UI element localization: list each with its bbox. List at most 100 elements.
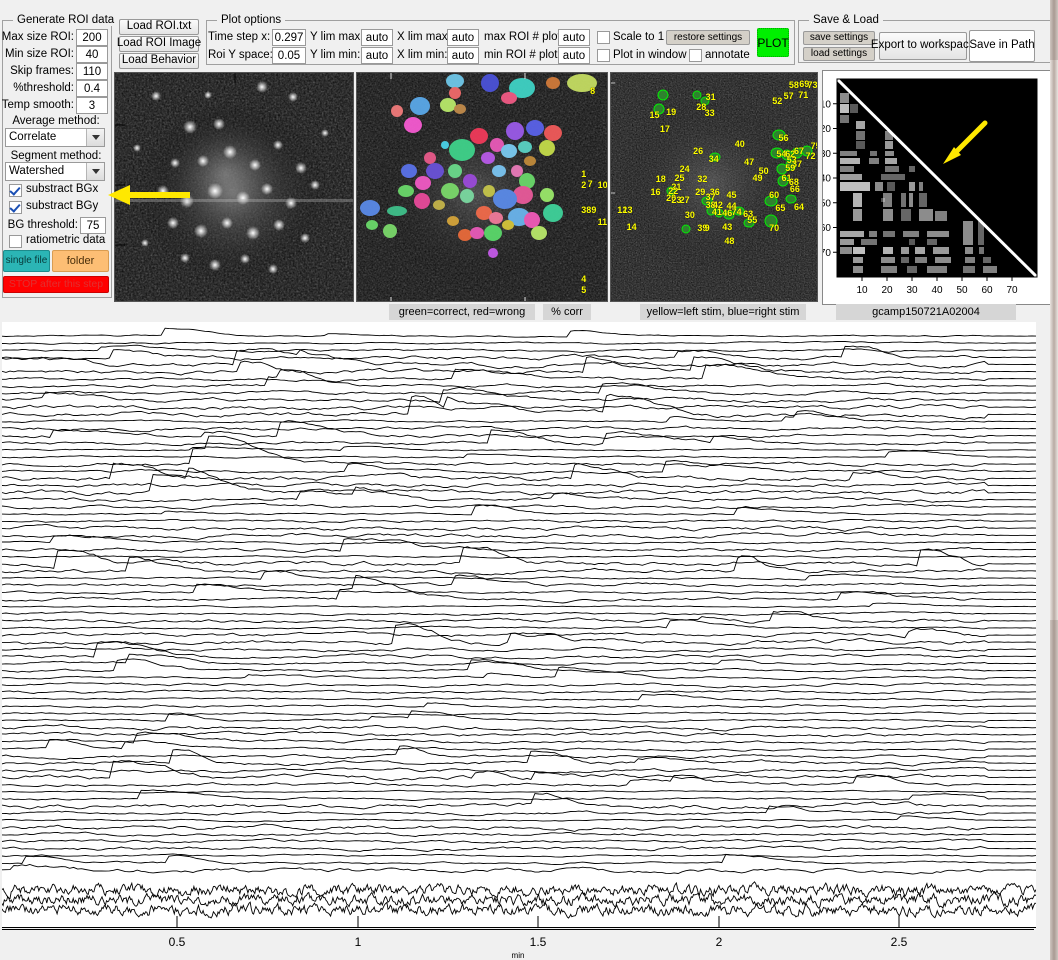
roi-trace bbox=[2, 805, 1036, 817]
min-roi-plot-label: min ROI # plot: bbox=[484, 49, 561, 61]
substract-bgy-checkbox[interactable] bbox=[9, 201, 22, 214]
roi-number-label: 75 bbox=[810, 141, 817, 151]
roi-number-label: 70 bbox=[769, 222, 780, 233]
plot-in-window-checkbox[interactable] bbox=[597, 49, 610, 62]
restore-settings-button[interactable]: restore settings bbox=[666, 30, 750, 45]
annotate-checkbox[interactable] bbox=[689, 49, 702, 62]
roi-trace bbox=[2, 538, 1036, 553]
ratiometric-data-checkbox[interactable] bbox=[9, 235, 22, 248]
stop-after-this-step-button[interactable]: STOP after this step bbox=[3, 276, 109, 293]
segment-method-value: Watershed bbox=[9, 165, 65, 177]
x-tick-label: 1.5 bbox=[529, 935, 547, 949]
svg-text:10: 10 bbox=[856, 285, 868, 296]
substract-bgx-checkbox[interactable] bbox=[9, 184, 22, 197]
roi-trace bbox=[2, 745, 1036, 761]
roi-number-label: 33 bbox=[704, 107, 715, 118]
average-method-value: Correlate bbox=[9, 131, 57, 143]
roi-trace bbox=[2, 702, 1036, 709]
x-lim-min-input[interactable] bbox=[447, 47, 479, 64]
min-roi-plot-input[interactable] bbox=[558, 47, 590, 64]
annotate-label: annotate bbox=[705, 49, 750, 61]
temp-smooth-input[interactable] bbox=[76, 97, 108, 114]
roi-number-label: 48 bbox=[724, 236, 735, 247]
svg-text:50: 50 bbox=[823, 198, 831, 209]
roi-trace bbox=[2, 327, 1036, 338]
roi-trace bbox=[2, 646, 1036, 653]
roi-color-map-axes[interactable]: 8 1 2 7 10 38 9 11 4 5 bbox=[356, 72, 608, 302]
time-step-x-input[interactable] bbox=[272, 29, 306, 46]
trace-x-axis: 0.5 1 1.5 2 2.5 min bbox=[0, 922, 1036, 960]
roi-trace bbox=[2, 410, 1036, 424]
roi-number-label: 10 bbox=[597, 180, 608, 191]
load-roi-image-button[interactable]: Load ROI Image bbox=[117, 36, 201, 52]
svg-text:30: 30 bbox=[823, 149, 831, 160]
scale-to-1-checkbox[interactable] bbox=[597, 31, 610, 44]
min-size-roi-input[interactable] bbox=[76, 46, 108, 63]
max-roi-plot-input[interactable] bbox=[558, 29, 590, 46]
chevron-down-icon[interactable] bbox=[86, 129, 104, 146]
save-settings-button[interactable]: save settings bbox=[803, 31, 875, 45]
roi-number-label: 40 bbox=[734, 138, 745, 149]
pct-threshold-input[interactable] bbox=[76, 80, 108, 97]
roi-trace bbox=[2, 628, 1036, 639]
export-to-workspace-button[interactable]: Export to workspace bbox=[871, 32, 975, 60]
pct-threshold-label: %threshold: bbox=[13, 82, 74, 94]
load-roi-txt-button[interactable]: Load ROI.txt bbox=[119, 19, 199, 35]
roi-y-space-input[interactable] bbox=[272, 47, 306, 64]
roi-number-label: 15 bbox=[649, 109, 660, 120]
roi-trace bbox=[2, 445, 1036, 452]
roi-number-label: 57 bbox=[783, 90, 794, 101]
roi-number-label: 13 bbox=[622, 205, 633, 216]
plot-in-window-label: Plot in window bbox=[613, 49, 687, 61]
roi-trace bbox=[2, 502, 1036, 510]
segment-method-dropdown[interactable]: Watershed bbox=[5, 162, 105, 181]
roi-number-label: 32 bbox=[697, 174, 708, 185]
correlation-matrix-axes[interactable]: 10 20 30 40 50 60 70 10 20 30 40 50 60 70 bbox=[820, 70, 1054, 305]
load-settings-button[interactable]: load settings bbox=[803, 47, 875, 61]
max-size-roi-input[interactable] bbox=[76, 29, 108, 46]
x-lim-max-input[interactable] bbox=[447, 29, 479, 46]
roi-trace bbox=[2, 823, 1036, 832]
roi-trace bbox=[2, 425, 1036, 433]
folder-button[interactable]: folder bbox=[52, 250, 109, 272]
roi-trace bbox=[2, 792, 1036, 810]
roi-number-label: 18 bbox=[655, 174, 666, 185]
load-behavior-button[interactable]: Load Behavior bbox=[119, 53, 199, 69]
roi-number-label: 55 bbox=[747, 214, 758, 225]
roi-trace bbox=[2, 450, 1036, 459]
chevron-down-icon[interactable] bbox=[86, 163, 104, 180]
roi-trace bbox=[2, 345, 1036, 361]
roi-trace bbox=[2, 486, 1036, 503]
save-in-path-button[interactable]: Save in Path bbox=[969, 30, 1035, 62]
roi-number-label: 34 bbox=[708, 153, 719, 164]
roi-number-label: 41 bbox=[711, 206, 722, 217]
roi-traces-plot[interactable] bbox=[2, 322, 1036, 928]
roi-trace bbox=[2, 731, 1036, 745]
bg-threshold-input[interactable] bbox=[80, 217, 106, 234]
skip-frames-input[interactable] bbox=[76, 63, 108, 80]
roi-number-label: 2 bbox=[581, 180, 587, 191]
average-method-dropdown[interactable]: Correlate bbox=[5, 128, 105, 147]
plot-options-title: Plot options bbox=[217, 14, 286, 26]
roi-trace bbox=[2, 554, 1036, 559]
roi-number-map-axes[interactable]: 5869735771523128331519175640267554626772… bbox=[610, 72, 818, 302]
roi-number-overlay-panel3: 5869735771523128331519175640267554626772… bbox=[611, 73, 817, 301]
roi-number-label: 5 bbox=[581, 284, 587, 295]
svg-text:20: 20 bbox=[881, 285, 893, 296]
roi-trace bbox=[2, 602, 1036, 609]
roi-trace bbox=[2, 429, 1036, 447]
window-vertical-scrollbar[interactable] bbox=[1050, 0, 1058, 960]
roi-trace bbox=[2, 864, 1036, 875]
roi-trace bbox=[2, 724, 1036, 732]
roi-trace bbox=[2, 653, 1036, 666]
y-lim-min-input[interactable] bbox=[361, 47, 393, 64]
single-file-button[interactable]: single file bbox=[3, 250, 50, 272]
roi-number-label: 71 bbox=[798, 90, 809, 101]
substract-bgx-label: substract BGx bbox=[26, 183, 99, 195]
plot-button[interactable]: PLOT bbox=[757, 28, 789, 57]
roi-trace bbox=[2, 344, 1036, 353]
scrollbar-thumb[interactable] bbox=[1050, 60, 1058, 620]
roi-number-label: 64 bbox=[794, 201, 805, 212]
status-dataset-name: gcamp150721A02004 bbox=[836, 304, 1016, 320]
y-lim-max-input[interactable] bbox=[361, 29, 393, 46]
